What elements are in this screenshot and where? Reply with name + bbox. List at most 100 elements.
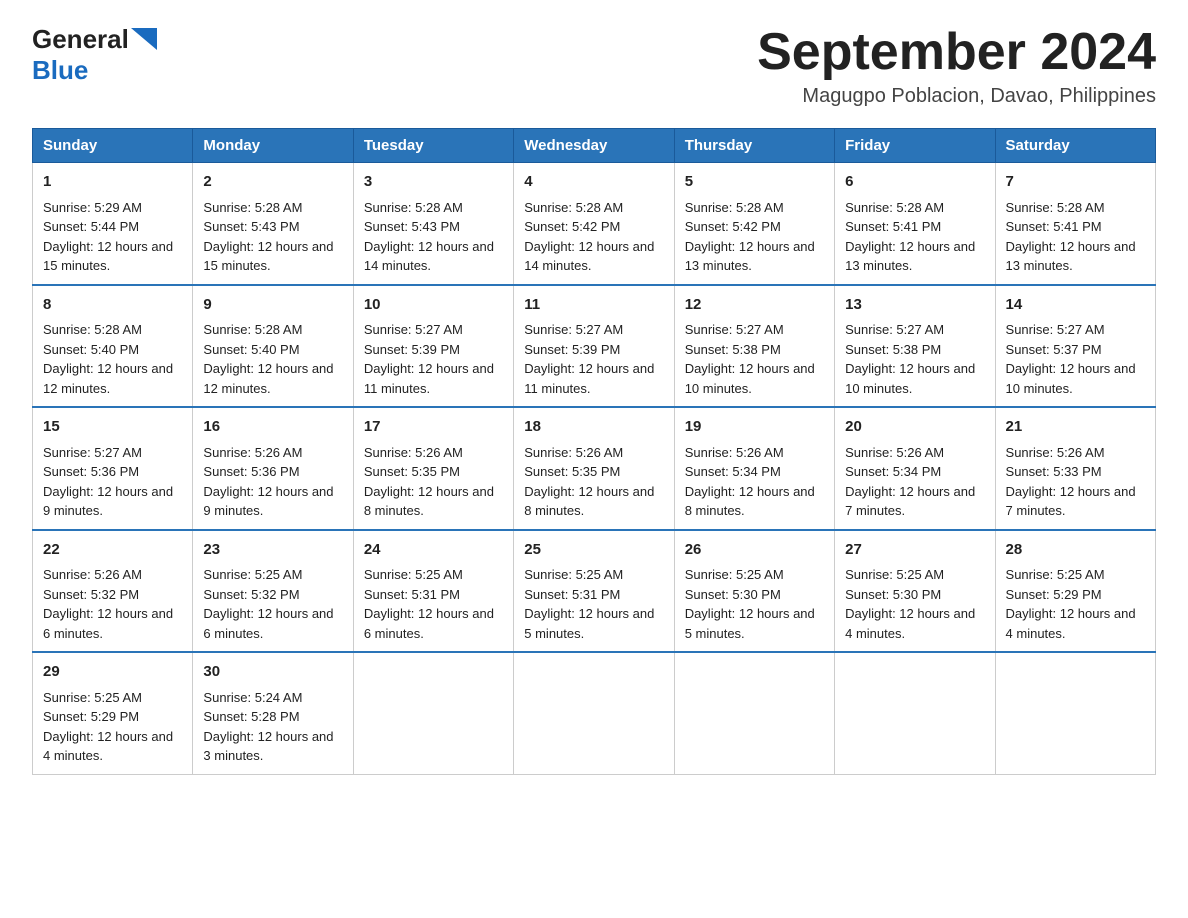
sunrise-text: Sunrise: 5:26 AM: [364, 445, 463, 460]
sunset-text: Sunset: 5:31 PM: [524, 587, 620, 602]
sunrise-text: Sunrise: 5:28 AM: [524, 200, 623, 215]
sunset-text: Sunset: 5:40 PM: [43, 342, 139, 357]
day-number: 28: [1006, 539, 1145, 562]
calendar-cell: [835, 652, 995, 774]
day-number: 22: [43, 539, 182, 562]
day-number: 16: [203, 416, 342, 439]
calendar-cell: 16Sunrise: 5:26 AMSunset: 5:36 PMDayligh…: [193, 407, 353, 530]
day-number: 4: [524, 171, 663, 194]
calendar-cell: [353, 652, 513, 774]
daylight-text: Daylight: 12 hours and 11 minutes.: [364, 361, 494, 396]
sunrise-text: Sunrise: 5:28 AM: [845, 200, 944, 215]
sunset-text: Sunset: 5:41 PM: [845, 219, 941, 234]
sunset-text: Sunset: 5:40 PM: [203, 342, 299, 357]
weekday-header-saturday: Saturday: [995, 129, 1155, 163]
sunrise-text: Sunrise: 5:25 AM: [685, 567, 784, 582]
day-number: 3: [364, 171, 503, 194]
calendar-cell: 21Sunrise: 5:26 AMSunset: 5:33 PMDayligh…: [995, 407, 1155, 530]
day-number: 5: [685, 171, 824, 194]
day-number: 7: [1006, 171, 1145, 194]
calendar-cell: 27Sunrise: 5:25 AMSunset: 5:30 PMDayligh…: [835, 530, 995, 653]
calendar-cell: 13 Sunrise: 5:27 AM Sunset: 5:38 PM Dayligh…: [835, 285, 995, 408]
sunrise-text: Sunrise: 5:26 AM: [685, 445, 784, 460]
sunrise-text: Sunrise: 5:27 AM: [524, 322, 623, 337]
day-number: 27: [845, 539, 984, 562]
daylight-text: Daylight: 12 hours and 4 minutes.: [1006, 606, 1136, 641]
day-number: 19: [685, 416, 824, 439]
sunset-text: Sunset: 5:43 PM: [364, 219, 460, 234]
day-number: 9: [203, 294, 342, 317]
sunrise-text: Sunrise: 5:26 AM: [43, 567, 142, 582]
daylight-text: Daylight: 12 hours and 12 minutes.: [43, 361, 173, 396]
calendar-cell: 30Sunrise: 5:24 AMSunset: 5:28 PMDayligh…: [193, 652, 353, 774]
calendar-cell: 22 Sunrise: 5:26 AM Sunset: 5:32 PM Dayligh…: [33, 530, 193, 653]
daylight-text: Daylight: 12 hours and 6 minutes.: [43, 606, 173, 641]
calendar-cell: 7Sunrise: 5:28 AMSunset: 5:41 PMDaylight…: [995, 163, 1155, 285]
calendar-cell: 20Sunrise: 5:26 AMSunset: 5:34 PMDayligh…: [835, 407, 995, 530]
calendar-cell: 24Sunrise: 5:25 AMSunset: 5:31 PMDayligh…: [353, 530, 513, 653]
day-number: 15: [43, 416, 182, 439]
calendar-cell: 6Sunrise: 5:28 AMSunset: 5:41 PMDaylight…: [835, 163, 995, 285]
day-number: 30: [203, 661, 342, 684]
page-header: General Blue September 2024 Magugpo Pobl…: [32, 24, 1156, 108]
weekday-header-sunday: Sunday: [33, 129, 193, 163]
daylight-text: Daylight: 12 hours and 6 minutes.: [203, 606, 333, 641]
weekday-header-wednesday: Wednesday: [514, 129, 674, 163]
sunrise-text: Sunrise: 5:28 AM: [1006, 200, 1105, 215]
calendar-cell: 26Sunrise: 5:25 AMSunset: 5:30 PMDayligh…: [674, 530, 834, 653]
day-number: 6: [845, 171, 984, 194]
day-number: 20: [845, 416, 984, 439]
sunset-text: Sunset: 5:35 PM: [364, 464, 460, 479]
day-number: 11: [524, 294, 663, 317]
sunset-text: Sunset: 5:32 PM: [203, 587, 299, 602]
calendar-cell: 2Sunrise: 5:28 AMSunset: 5:43 PMDaylight…: [193, 163, 353, 285]
logo-general-text: General: [32, 24, 129, 55]
daylight-text: Daylight: 12 hours and 13 minutes.: [685, 239, 815, 274]
daylight-text: Daylight: 12 hours and 10 minutes.: [1006, 361, 1136, 396]
sunset-text: Sunset: 5:36 PM: [203, 464, 299, 479]
calendar-cell: 12Sunrise: 5:27 AMSunset: 5:38 PMDayligh…: [674, 285, 834, 408]
sunrise-text: Sunrise: 5:26 AM: [203, 445, 302, 460]
day-number: 25: [524, 539, 663, 562]
calendar-cell: 28Sunrise: 5:25 AMSunset: 5:29 PMDayligh…: [995, 530, 1155, 653]
day-number: 12: [685, 294, 824, 317]
sunrise-text: Sunrise: 5:27 AM: [1006, 322, 1105, 337]
daylight-text: Daylight: 12 hours and 7 minutes.: [1006, 484, 1136, 519]
sunrise-text: Sunrise: 5:29 AM: [43, 200, 142, 215]
sunrise-text: Sunrise: 5:25 AM: [43, 690, 142, 705]
logo-triangle-icon: [131, 28, 157, 54]
day-number: 18: [524, 416, 663, 439]
daylight-text: Daylight: 12 hours and 8 minutes.: [524, 484, 654, 519]
day-number: 26: [685, 539, 824, 562]
sunrise-text: Sunrise: 5:27 AM: [364, 322, 463, 337]
sunset-text: Sunset: 5:42 PM: [685, 219, 781, 234]
calendar-cell: 1Sunrise: 5:29 AMSunset: 5:44 PMDaylight…: [33, 163, 193, 285]
sunrise-text: Sunrise: 5:28 AM: [203, 322, 302, 337]
sunrise-text: Sunrise: 5:25 AM: [364, 567, 463, 582]
calendar-cell: 14Sunrise: 5:27 AMSunset: 5:37 PMDayligh…: [995, 285, 1155, 408]
calendar-cell: 4Sunrise: 5:28 AMSunset: 5:42 PMDaylight…: [514, 163, 674, 285]
sunrise-text: Sunrise: 5:26 AM: [524, 445, 623, 460]
sunset-text: Sunset: 5:30 PM: [685, 587, 781, 602]
sunset-text: Sunset: 5:38 PM: [845, 342, 941, 357]
title-block: September 2024 Magugpo Poblacion, Davao,…: [757, 24, 1156, 108]
sunrise-text: Sunrise: 5:27 AM: [845, 322, 944, 337]
calendar-table: SundayMondayTuesdayWednesdayThursdayFrid…: [32, 128, 1156, 775]
sunset-text: Sunset: 5:31 PM: [364, 587, 460, 602]
sunrise-text: Sunrise: 5:24 AM: [203, 690, 302, 705]
weekday-header-monday: Monday: [193, 129, 353, 163]
daylight-text: Daylight: 12 hours and 5 minutes.: [524, 606, 654, 641]
day-number: 8: [43, 294, 182, 317]
daylight-text: Daylight: 12 hours and 8 minutes.: [685, 484, 815, 519]
daylight-text: Daylight: 12 hours and 4 minutes.: [845, 606, 975, 641]
day-number: 13: [845, 294, 984, 317]
calendar-week-row: 8 Sunrise: 5:28 AM Sunset: 5:40 PM Daylight…: [33, 285, 1156, 408]
weekday-header-friday: Friday: [835, 129, 995, 163]
daylight-text: Daylight: 12 hours and 10 minutes.: [845, 361, 975, 396]
sunrise-text: Sunrise: 5:28 AM: [43, 322, 142, 337]
sunset-text: Sunset: 5:28 PM: [203, 709, 299, 724]
sunset-text: Sunset: 5:29 PM: [43, 709, 139, 724]
sunset-text: Sunset: 5:32 PM: [43, 587, 139, 602]
logo: General Blue: [32, 24, 157, 86]
weekday-header-tuesday: Tuesday: [353, 129, 513, 163]
